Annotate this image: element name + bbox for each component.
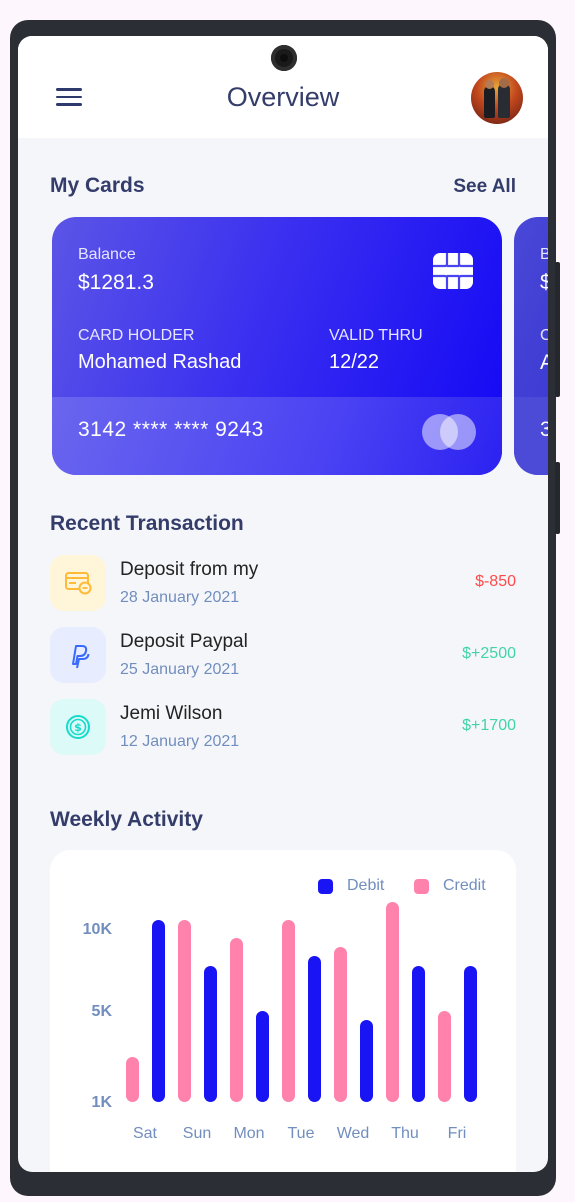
see-all-link[interactable]: See All bbox=[453, 176, 516, 198]
bar-debit-thu bbox=[412, 965, 425, 1102]
bar-credit-fri bbox=[438, 1011, 451, 1102]
x-tick-label: Tue bbox=[287, 1125, 315, 1142]
transaction-date: 25 January 2021 bbox=[120, 661, 240, 678]
bar-credit-mon bbox=[230, 938, 243, 1102]
bar-debit-sun bbox=[204, 965, 217, 1102]
transaction-icon-box bbox=[50, 627, 106, 683]
bar-debit-tue bbox=[308, 956, 321, 1102]
page-title: Overview bbox=[226, 82, 340, 112]
card-number: 3 bbox=[540, 418, 548, 441]
balance-label: Balance bbox=[78, 246, 136, 263]
x-tick-label: Sat bbox=[132, 1125, 157, 1142]
mastercard-logo-icon bbox=[422, 414, 478, 450]
transaction-date: 12 January 2021 bbox=[120, 733, 240, 750]
transaction-amount: $-850 bbox=[475, 573, 516, 590]
x-tick-label: Mon bbox=[233, 1125, 265, 1142]
credit-card[interactable]: Balance $1281.3 CARD HOLDER Mohamed Rash… bbox=[52, 217, 502, 475]
credit-card-next[interactable]: B $ C A 3 bbox=[514, 217, 548, 475]
valid-thru-label: VALID THRU bbox=[329, 327, 423, 344]
card-holder-name: A bbox=[540, 351, 548, 374]
balance-value: $ bbox=[540, 271, 548, 294]
transaction-item[interactable]: Deposit from my 28 January 2021 $-850 bbox=[50, 555, 516, 611]
card-holder-label: CARD HOLDER bbox=[78, 327, 195, 344]
card-holder-name: Mohamed Rashad bbox=[78, 351, 242, 373]
transaction-item[interactable]: $ Jemi Wilson 12 January 2021 $+1700 bbox=[50, 699, 516, 755]
recent-transaction-title: Recent Transaction bbox=[50, 512, 244, 535]
card-number: 3142 **** **** 9243 bbox=[78, 418, 264, 441]
transaction-name: Deposit from my bbox=[120, 559, 259, 580]
phone-side-button bbox=[555, 262, 560, 397]
card-chip-icon bbox=[433, 253, 473, 289]
legend-credit-label: Credit bbox=[443, 877, 486, 894]
transaction-item[interactable]: Deposit Paypal 25 January 2021 $+2500 bbox=[50, 627, 516, 683]
bar-debit-sat bbox=[152, 920, 165, 1102]
bar-debit-wed bbox=[360, 1020, 373, 1102]
transaction-icon-box: $ bbox=[50, 699, 106, 755]
transaction-date: 28 January 2021 bbox=[120, 589, 240, 606]
x-tick-label: Wed bbox=[336, 1125, 370, 1142]
my-cards-title: My Cards bbox=[50, 174, 145, 197]
x-tick-label: Sun bbox=[182, 1125, 212, 1142]
legend-credit-swatch bbox=[414, 879, 429, 894]
bar-credit-wed bbox=[334, 947, 347, 1102]
app-screen: Overview My Cards See All Balance $1281.… bbox=[18, 36, 548, 1172]
y-tick-label: 5K bbox=[91, 1003, 112, 1020]
transaction-name: Deposit Paypal bbox=[120, 631, 248, 652]
card-holder-label: C bbox=[540, 327, 548, 344]
y-tick-label: 10K bbox=[82, 921, 112, 938]
bar-credit-sun bbox=[178, 920, 191, 1102]
credit-card-icon bbox=[65, 572, 92, 595]
y-tick-label: 1K bbox=[91, 1094, 112, 1111]
svg-text:$: $ bbox=[74, 721, 82, 734]
valid-thru-value: 12/22 bbox=[329, 351, 380, 373]
paypal-icon bbox=[72, 645, 90, 669]
transaction-name: Jemi Wilson bbox=[120, 703, 223, 724]
legend-debit-swatch bbox=[318, 879, 333, 894]
weekly-activity-title: Weekly Activity bbox=[50, 808, 203, 831]
weekly-activity-chart: Debit Credit 10K 5K 1K Sat Sun Mon Tue Wed Th… bbox=[50, 850, 516, 1172]
bar-credit-sat bbox=[126, 1056, 139, 1102]
bar-debit-mon bbox=[256, 1011, 269, 1102]
bar-credit-thu bbox=[386, 901, 399, 1102]
balance-label: B bbox=[540, 246, 548, 263]
bar-credit-tue bbox=[282, 920, 295, 1102]
balance-value: $1281.3 bbox=[78, 271, 154, 294]
transaction-amount: $+2500 bbox=[462, 645, 516, 662]
dollar-coin-icon: $ bbox=[66, 715, 90, 739]
legend-debit-label: Debit bbox=[347, 877, 385, 894]
x-tick-label: Thu bbox=[391, 1125, 419, 1142]
bar-debit-fri bbox=[464, 965, 477, 1102]
user-avatar[interactable] bbox=[471, 72, 523, 124]
x-tick-label: Fri bbox=[447, 1125, 467, 1142]
front-camera bbox=[271, 45, 297, 71]
transaction-amount: $+1700 bbox=[462, 717, 516, 734]
top-bar: Overview bbox=[18, 36, 548, 138]
phone-side-button bbox=[555, 462, 560, 534]
transaction-icon-box bbox=[50, 555, 106, 611]
